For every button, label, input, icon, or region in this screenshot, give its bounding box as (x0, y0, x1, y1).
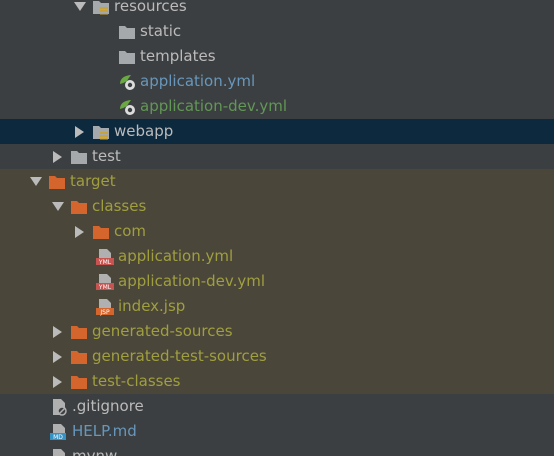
yml-badge-text: YML (98, 259, 112, 266)
expanded-arrow-icon[interactable] (72, 0, 88, 15)
tree-node-com[interactable]: com (0, 219, 554, 244)
tree-node-target[interactable]: target (0, 169, 554, 194)
collapsed-arrow-icon[interactable] (72, 124, 88, 140)
tree-node-label: static (140, 22, 182, 40)
resources-folder-icon (92, 0, 110, 16)
spring-config-icon (118, 98, 136, 116)
tree-node-generated-test-sources[interactable]: generated-test-sources (0, 344, 554, 369)
tree-node-label: application.yml (118, 247, 234, 265)
ignored-file-icon (50, 398, 68, 416)
md-badge-text: MD (53, 434, 63, 441)
tree-node-application-dev-yml[interactable]: application-dev.yml (0, 94, 554, 119)
excluded-folder-icon (70, 323, 88, 341)
collapsed-arrow-icon[interactable] (50, 349, 66, 365)
collapsed-arrow-icon[interactable] (50, 149, 66, 165)
excluded-folder-icon (70, 198, 88, 216)
folder-icon (118, 23, 136, 41)
tree-node-resources[interactable]: resources (0, 0, 554, 19)
tree-node-label: resources (114, 0, 187, 15)
excluded-folder-icon (70, 348, 88, 366)
yml-file-icon: YML (96, 273, 114, 291)
tree-node-label: HELP.md (72, 422, 137, 440)
excluded-folder-icon (48, 173, 66, 191)
tree-node-mvnw[interactable]: mvnw (0, 444, 554, 456)
collapsed-arrow-icon[interactable] (50, 374, 66, 390)
tree-node-label: mvnw (72, 447, 118, 456)
tree-node-static[interactable]: static (0, 19, 554, 44)
tree-node-application-yml[interactable]: application.yml (0, 69, 554, 94)
tree-node-label: index.jsp (118, 297, 186, 315)
tree-node-index-jsp[interactable]: JSP index.jsp (0, 294, 554, 319)
jsp-file-icon: JSP (96, 298, 114, 316)
tree-node-label: generated-sources (92, 322, 233, 340)
expanded-arrow-icon[interactable] (50, 199, 66, 215)
tree-node-target-application-yml[interactable]: YML application.yml (0, 244, 554, 269)
tree-node-generated-sources[interactable]: generated-sources (0, 319, 554, 344)
tree-node-label: classes (92, 197, 147, 215)
expanded-arrow-icon[interactable] (28, 174, 44, 190)
tree-node-label: test-classes (92, 372, 181, 390)
tree-node-label: application.yml (140, 72, 256, 90)
tree-node-label: webapp (114, 122, 174, 140)
tree-node-label: .gitignore (72, 397, 144, 415)
folder-icon (118, 48, 136, 66)
tree-node-label: target (70, 172, 116, 190)
spring-config-icon (118, 73, 136, 91)
project-tree: resources static templates application.y… (0, 0, 554, 456)
tree-node-help-md[interactable]: MD HELP.md (0, 419, 554, 444)
excluded-folder-icon (92, 223, 110, 241)
tree-node-test-classes[interactable]: test-classes (0, 369, 554, 394)
tree-node-label: test (92, 147, 121, 165)
tree-node-label: application-dev.yml (140, 97, 288, 115)
markdown-file-icon: MD (50, 423, 68, 441)
yml-badge-text: YML (98, 284, 112, 291)
tree-node-classes[interactable]: classes (0, 194, 554, 219)
collapsed-arrow-icon[interactable] (50, 324, 66, 340)
jsp-badge-text: JSP (99, 309, 110, 316)
excluded-folder-icon (70, 373, 88, 391)
tree-node-label: generated-test-sources (92, 347, 267, 365)
file-icon (50, 448, 68, 456)
tree-node-test[interactable]: test (0, 144, 554, 169)
web-folder-icon (92, 123, 110, 141)
tree-node-target-application-dev-yml[interactable]: YML application-dev.yml (0, 269, 554, 294)
tree-node-gitignore[interactable]: .gitignore (0, 394, 554, 419)
tree-node-webapp[interactable]: webapp (0, 119, 554, 144)
folder-icon (70, 148, 88, 166)
tree-node-templates[interactable]: templates (0, 44, 554, 69)
tree-node-label: templates (140, 47, 216, 65)
collapsed-arrow-icon[interactable] (72, 224, 88, 240)
tree-node-label: application-dev.yml (118, 272, 266, 290)
tree-node-label: com (114, 222, 147, 240)
yml-file-icon: YML (96, 248, 114, 266)
